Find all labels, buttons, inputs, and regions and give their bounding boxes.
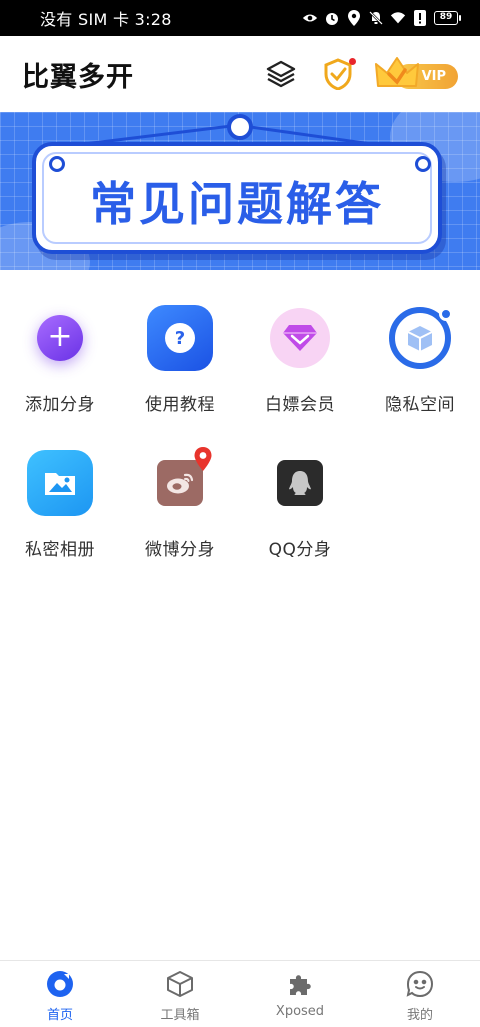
nav-home[interactable]: 首页: [0, 961, 120, 1027]
face-icon: [405, 969, 435, 999]
feature-free-member[interactable]: 白嫖会员: [240, 290, 360, 435]
feature-label: 隐私空间: [385, 395, 455, 415]
banner-pin: [415, 156, 431, 172]
feature-weibo-clone[interactable]: 微博分身: [120, 435, 240, 580]
layers-icon: [266, 60, 296, 88]
feature-label: QQ分身: [268, 540, 332, 560]
home-icon: [45, 969, 75, 999]
banner-pin: [227, 114, 253, 140]
question-icon-wrap: ?: [144, 302, 216, 374]
diamond-icon-wrap: [264, 302, 336, 374]
shield-button[interactable]: [320, 56, 356, 92]
feature-label: 使用教程: [145, 395, 215, 415]
banner-title: 常见问题解答: [90, 177, 384, 231]
nav-toolbox[interactable]: 工具箱: [120, 961, 240, 1027]
qq-icon-wrap: [264, 447, 336, 519]
feature-tutorial[interactable]: ? 使用教程: [120, 290, 240, 435]
feature-label: 私密相册: [25, 540, 95, 560]
shield-icon: [324, 58, 352, 90]
cube-icon-wrap: [384, 302, 456, 374]
nav-label: Xposed: [275, 1004, 325, 1019]
bottom-nav: 首页 工具箱 Xposed 我的: [0, 960, 480, 1027]
header-actions: VIP: [264, 54, 458, 94]
status-bar: 没有 SIM 卡 3:28 89: [0, 0, 480, 36]
battery-indicator: 89: [434, 11, 461, 25]
diamond-icon: [270, 308, 330, 368]
feature-privacy-space[interactable]: 隐私空间: [360, 290, 480, 435]
feature-private-album[interactable]: 私密相册: [0, 435, 120, 580]
feature-label: 添加分身: [25, 395, 95, 415]
alert-icon: [412, 10, 428, 26]
banner-board: 常见问题解答: [32, 142, 442, 254]
folder-image-icon-wrap: [24, 447, 96, 519]
nav-profile[interactable]: 我的: [360, 961, 480, 1027]
add-icon: +: [37, 315, 83, 361]
privacy-dot: [439, 307, 453, 321]
crown-icon: [375, 57, 419, 87]
question-icon: ?: [147, 305, 213, 371]
status-icons: 89: [302, 10, 461, 26]
feature-add-clone[interactable]: + 添加分身: [0, 290, 120, 435]
feature-label: 微博分身: [145, 540, 215, 560]
nav-label: 首页: [46, 1008, 73, 1023]
mute-bell-icon: [368, 10, 384, 26]
nav-xposed[interactable]: Xposed: [240, 961, 360, 1027]
banner-pin: [49, 156, 65, 172]
feature-label: 白嫖会员: [265, 395, 335, 415]
weibo-icon-wrap: [144, 447, 216, 519]
vip-button[interactable]: VIP: [374, 54, 458, 94]
cube-icon: [389, 307, 453, 369]
location-icon: [346, 10, 362, 26]
location-pin-icon: [194, 447, 212, 471]
nav-label: 我的: [406, 1008, 433, 1023]
feature-grid: + 添加分身 ? 使用教程 白嫖会员 隐私空间 私密相册 微博分身 QQ分身: [0, 290, 480, 580]
add-icon-wrap: +: [24, 302, 96, 374]
status-carrier-time: 没有 SIM 卡 3:28: [40, 10, 172, 29]
box-icon: [165, 969, 195, 999]
folder-image-icon: [27, 450, 93, 516]
feature-qq-clone[interactable]: QQ分身: [240, 435, 360, 580]
puzzle-icon: [285, 969, 315, 999]
notification-dot: [349, 58, 356, 65]
faq-banner[interactable]: 常见问题解答: [0, 112, 480, 270]
alarm-icon: [324, 10, 340, 26]
nav-label: 工具箱: [160, 1008, 200, 1023]
layers-button[interactable]: [264, 57, 298, 91]
app-title: 比翼多开: [22, 61, 134, 93]
app-header: 比翼多开 VIP: [0, 36, 480, 112]
eye-icon: [302, 10, 318, 26]
wifi-icon: [390, 10, 406, 26]
qq-icon: [277, 460, 323, 506]
